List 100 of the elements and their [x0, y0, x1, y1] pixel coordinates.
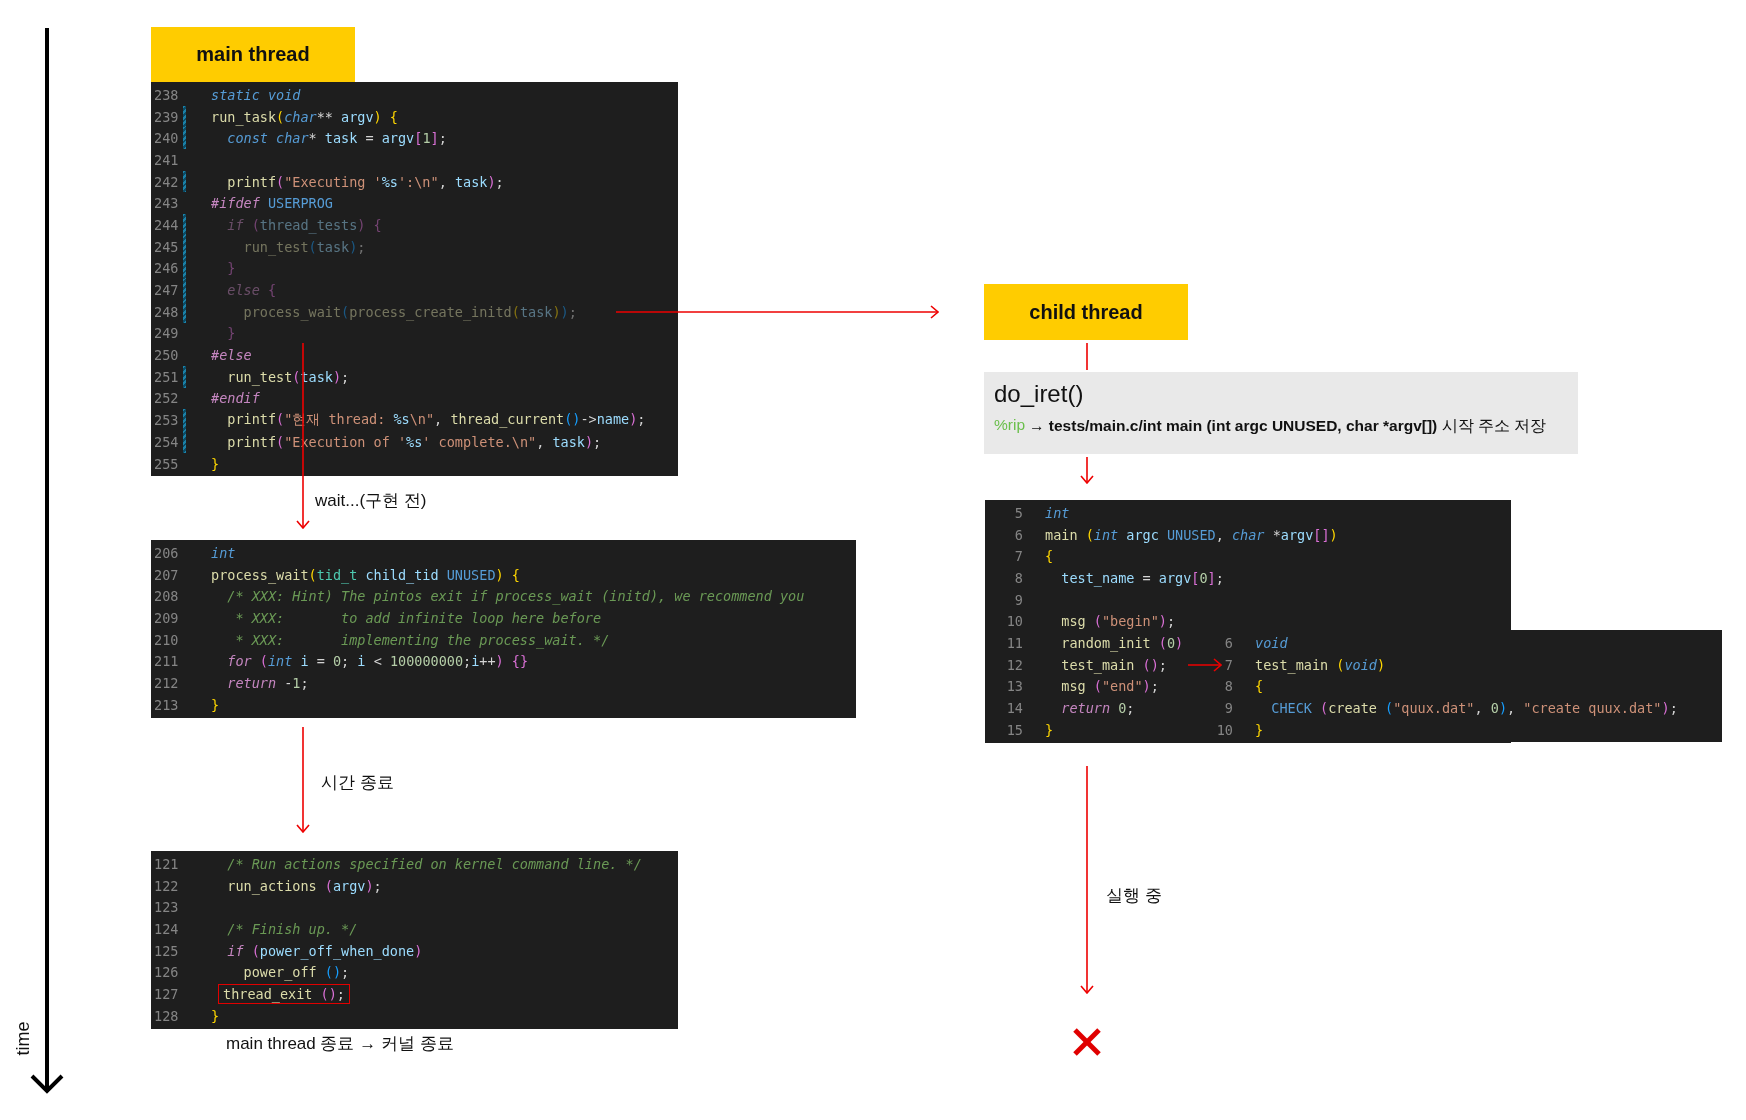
- exit-note: main thread 종료 → 커널 종료: [226, 1033, 454, 1055]
- line-number: 7: [1224, 656, 1233, 673]
- line-number: 122: [153, 877, 179, 894]
- line-number: 9: [1224, 699, 1233, 716]
- code-line: }: [226, 260, 236, 277]
- panel-title: do_iret(): [994, 380, 1085, 408]
- code-line: power_off ();: [242, 964, 350, 981]
- code-line: #ifdef USERPROG: [211, 195, 333, 212]
- code-line: process_wait(tid_t child_tid UNUSED) {: [211, 566, 520, 583]
- line-number: 15: [1006, 721, 1023, 738]
- code-line: CHECK (create ("quux.dat", 0), "create quux.dat");: [1270, 699, 1678, 716]
- code-line: }: [1045, 721, 1054, 738]
- line-number: 14: [1006, 700, 1023, 717]
- line-number: 10: [1006, 613, 1023, 630]
- code-line: static void: [211, 86, 301, 103]
- code-line: * XXX: to add infinite loop here before: [234, 609, 602, 626]
- code-line: }: [211, 455, 220, 472]
- line-number: 124: [153, 920, 179, 937]
- line-number: 125: [153, 942, 179, 959]
- line-number: 210: [153, 631, 179, 648]
- running-note: 실행 중: [1106, 885, 1162, 907]
- line-number: 207: [153, 566, 179, 583]
- code-line: {: [1255, 678, 1264, 695]
- code-line: msg ("end");: [1060, 678, 1159, 695]
- line-number: 128: [153, 1007, 179, 1024]
- line-number: 123: [153, 899, 179, 916]
- code-line: if (power_off_when_done): [226, 942, 423, 959]
- code-line: #endif: [211, 390, 260, 407]
- line-number: 250: [153, 347, 179, 364]
- line-number: 249: [153, 325, 179, 342]
- line-number: 239: [153, 108, 179, 125]
- code-line: }: [226, 325, 236, 342]
- line-number: 240: [153, 130, 179, 147]
- code-line: void: [1255, 634, 1288, 651]
- code-line: /* Run actions specified on kernel command line. */: [226, 855, 642, 872]
- line-number: 253: [153, 412, 179, 429]
- line-number: 238: [153, 86, 179, 103]
- code-line: main (int argc UNUSED, char *argv[]): [1045, 526, 1338, 543]
- line-number: 211: [153, 653, 179, 670]
- child-thread-label: child thread: [984, 284, 1188, 340]
- line-number: 213: [153, 696, 179, 713]
- line-number: 245: [153, 238, 179, 255]
- line-number: 126: [153, 964, 179, 981]
- line-number: 206: [153, 544, 179, 561]
- code-line: run_task(char** argv) {: [211, 108, 398, 125]
- line-number: 10: [1216, 721, 1233, 738]
- main-thread-label: main thread: [151, 27, 355, 82]
- line-number: 254: [153, 433, 179, 450]
- code-line: }: [211, 1007, 220, 1024]
- line-number: 252: [153, 390, 179, 407]
- line-number: 209: [153, 609, 179, 626]
- code-line: int: [211, 544, 236, 561]
- code-line: /* Finish up. */: [226, 920, 358, 937]
- code-line: /* XXX: Hint) The pintos exit if process_wait (initd), we recommend you: [226, 588, 805, 605]
- line-number: 6: [1224, 634, 1233, 651]
- line-number: 6: [1014, 526, 1023, 543]
- code-line: process_wait(process_create_initd(task));: [242, 303, 577, 320]
- code-line: test_main ();: [1060, 656, 1167, 673]
- line-number: 121: [153, 855, 179, 872]
- line-number: 8: [1224, 678, 1233, 695]
- code-line: }: [211, 696, 220, 713]
- code-line: const char* task = argv[1];: [226, 130, 447, 147]
- code-line: else {: [226, 282, 277, 299]
- register-name: %rip: [994, 416, 1025, 435]
- code-line: return -1;: [226, 674, 309, 691]
- code-line: int: [1045, 504, 1070, 521]
- line-number: 247: [153, 282, 179, 299]
- arrow: [1080, 457, 1094, 484]
- code-line: }: [1255, 721, 1264, 738]
- line-number: 7: [1014, 548, 1023, 565]
- code-line: * XXX: implementing the process_wait. */: [234, 631, 610, 648]
- highlighted-code-line: thread_exit ();: [219, 984, 349, 1003]
- code-line: msg ("begin");: [1060, 613, 1176, 630]
- line-number: 255: [153, 455, 179, 472]
- line-number: 13: [1006, 678, 1023, 695]
- time-label: time: [12, 1021, 34, 1056]
- line-number: 12: [1006, 656, 1023, 673]
- code-line: random_init (0): [1060, 634, 1184, 651]
- arrow: [1188, 658, 1222, 672]
- code-line: printf("Executing '%s':\n", task);: [226, 173, 504, 190]
- line-number: 127: [153, 985, 179, 1002]
- line-number: 212: [153, 674, 179, 691]
- line-number: 246: [153, 260, 179, 277]
- line-number: 243: [153, 195, 179, 212]
- line-number: 248: [153, 303, 179, 320]
- description: → tests/main.c/int main (int argc UNUSED, char *argv[]) 시작 주소 저장: [1029, 416, 1547, 436]
- wait-note: wait...(구현 전): [315, 490, 427, 512]
- code-line: return 0;: [1060, 700, 1135, 717]
- code-line: run_actions (argv);: [226, 877, 382, 894]
- line-number: 208: [153, 588, 179, 605]
- line-number: 244: [153, 216, 179, 233]
- line-number: 9: [1014, 591, 1023, 608]
- timeout-note: 시간 종료: [321, 772, 394, 794]
- line-number: 251: [153, 368, 179, 385]
- code-line: test_name = argv[0];: [1060, 569, 1224, 586]
- code-line: for (int i = 0; i < 100000000;i++) {}: [226, 653, 529, 670]
- code-line: if (thread_tests) {: [226, 216, 382, 233]
- code-line: test_main (void): [1255, 656, 1386, 673]
- code-line: #else: [211, 347, 252, 364]
- code-line: {: [1045, 548, 1054, 565]
